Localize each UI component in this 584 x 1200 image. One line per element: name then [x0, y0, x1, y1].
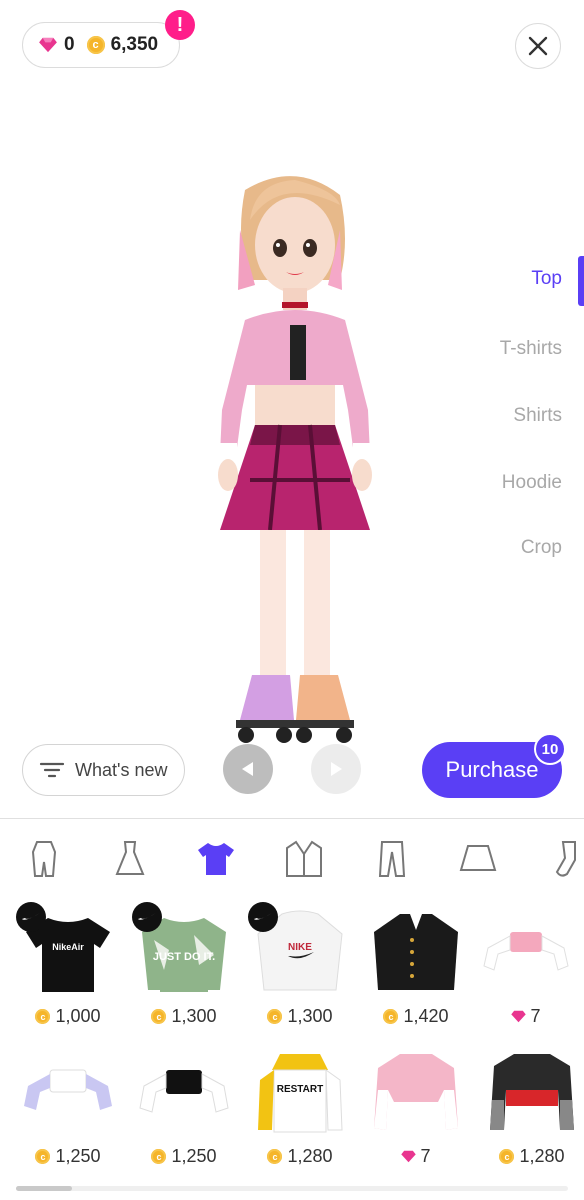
avatar-character[interactable] [200, 160, 390, 760]
item-price: c 1,280 [250, 1146, 350, 1167]
item-price: 7 [366, 1146, 466, 1167]
coin-icon: c [35, 1009, 51, 1024]
play-right-icon [331, 762, 342, 776]
category-top[interactable]: Top [531, 268, 562, 290]
category-icon-bar [0, 818, 584, 899]
item-price: c 1,300 [250, 1006, 350, 1027]
close-button[interactable] [515, 23, 561, 69]
gem-icon [39, 37, 57, 53]
coin-icon: c [151, 1009, 167, 1024]
item-thumbnail: RESTART [258, 1054, 343, 1133]
whats-new-button[interactable]: What's new [22, 744, 185, 796]
item-price: c 1,000 [18, 1006, 118, 1027]
item-restart-yellow-jacket[interactable]: RESTART c 1,280 [250, 1050, 350, 1170]
coin-icon: c [267, 1009, 283, 1024]
dress-icon[interactable] [108, 837, 152, 881]
category-active-indicator [578, 256, 584, 306]
purchase-count-badge: 10 [534, 733, 566, 765]
category-crop[interactable]: Crop [521, 537, 562, 559]
whats-new-label: What's new [75, 759, 168, 780]
gem-icon [511, 1010, 527, 1023]
item-thumbnail [24, 1069, 112, 1110]
horizontal-scroll-track[interactable] [16, 1186, 568, 1191]
currency-balance[interactable]: 0 c 6,350 [22, 22, 180, 68]
category-hoodie[interactable]: Hoodie [502, 472, 562, 494]
item-thumbnail [483, 932, 569, 971]
item-nike-air-tshirt[interactable]: NikeAir c 1,000 [16, 902, 118, 1030]
item-black-red-jersey[interactable]: c 1,280 [482, 1050, 582, 1170]
item-price: c 1,300 [134, 1006, 234, 1027]
play-left-icon [242, 762, 253, 776]
coin-icon: c [383, 1009, 399, 1024]
item-print-text: RESTART [277, 1084, 323, 1095]
item-thumbnail [374, 914, 458, 990]
item-thumbnail [374, 1054, 458, 1130]
item-price: 7 [476, 1006, 576, 1027]
bodysuit-icon[interactable] [22, 837, 66, 881]
item-pink-off-shoulder-top[interactable]: 7 [476, 910, 576, 1030]
item-price: c 1,280 [482, 1146, 582, 1167]
close-icon [528, 36, 548, 56]
next-button[interactable] [311, 744, 361, 794]
category-tshirts[interactable]: T-shirts [500, 338, 562, 360]
item-price: c 1,250 [134, 1146, 234, 1167]
nike-logo-icon [248, 902, 278, 932]
item-black-off-shoulder-top[interactable]: c 1,250 [134, 1050, 234, 1170]
item-print-text: JUST DO IT. [153, 951, 215, 963]
item-thumbnail [490, 1054, 574, 1130]
jacket-icon[interactable] [282, 837, 326, 881]
sock-icon[interactable] [544, 837, 584, 881]
item-print-text: NIKE [288, 942, 312, 953]
gem-count: 0 [64, 34, 75, 55]
horizontal-scroll-thumb[interactable] [16, 1186, 72, 1191]
item-price: c 1,250 [18, 1146, 118, 1167]
gem-icon [401, 1150, 417, 1163]
filter-icon [39, 762, 65, 778]
alert-badge[interactable]: ! [165, 10, 195, 40]
item-thumbnail [139, 1070, 229, 1113]
item-nike-camo-jacket[interactable]: JUST DO IT. c 1,300 [132, 902, 234, 1030]
item-pink-crop-jersey[interactable]: 7 [366, 1050, 466, 1170]
item-nike-white-hoodie[interactable]: NIKE c 1,300 [248, 902, 350, 1030]
coin-count: 6,350 [110, 34, 159, 55]
coin-icon: c [499, 1149, 515, 1164]
item-lavender-off-shoulder-top[interactable]: c 1,250 [18, 1050, 118, 1170]
tshirt-icon[interactable] [194, 837, 238, 881]
coin-icon: c [86, 36, 105, 54]
avatar-stage: 0 c 6,350 ! Top T-shirts Shirts Hoodie C… [0, 0, 584, 818]
nike-logo-icon [16, 902, 46, 932]
coin-icon: c [151, 1149, 167, 1164]
coin-icon: c [267, 1149, 283, 1164]
item-print-text: NikeAir [52, 942, 84, 952]
category-shirts[interactable]: Shirts [513, 405, 562, 427]
item-black-military-jacket[interactable]: c 1,420 [366, 910, 466, 1030]
skirt-icon[interactable] [456, 837, 500, 881]
nike-logo-icon [132, 902, 162, 932]
previous-button[interactable] [223, 744, 273, 794]
purchase-label: Purchase [445, 757, 539, 782]
item-price: c 1,420 [366, 1006, 466, 1027]
coin-icon: c [35, 1149, 51, 1164]
pants-icon[interactable] [370, 837, 414, 881]
